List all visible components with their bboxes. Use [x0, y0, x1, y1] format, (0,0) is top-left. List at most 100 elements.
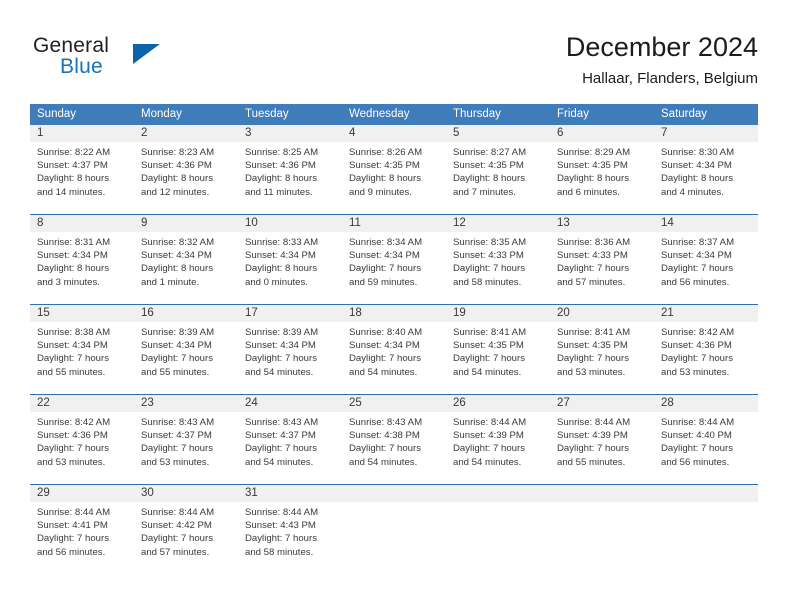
day-number[interactable]: 6: [550, 125, 654, 142]
day-number[interactable]: 25: [342, 395, 446, 412]
day-cell[interactable]: Sunrise: 8:44 AM Sunset: 4:40 PM Dayligh…: [654, 412, 758, 475]
page-header: General Blue December 2024 Hallaar, Flan…: [0, 0, 792, 100]
sunset-text: Sunset: 4:33 PM: [557, 250, 628, 262]
day-number[interactable]: 21: [654, 305, 758, 322]
daylight-text-line1: Daylight: 7 hours: [245, 353, 317, 365]
day-number[interactable]: 4: [342, 125, 446, 142]
day-cell[interactable]: Sunrise: 8:38 AM Sunset: 4:34 PM Dayligh…: [30, 322, 134, 385]
day-number[interactable]: 1: [30, 125, 134, 142]
day-number[interactable]: 3: [238, 125, 342, 142]
day-cell[interactable]: Sunrise: 8:36 AM Sunset: 4:33 PM Dayligh…: [550, 232, 654, 295]
day-number[interactable]: 17: [238, 305, 342, 322]
sunset-text: Sunset: 4:35 PM: [453, 340, 524, 352]
day-number[interactable]: 15: [30, 305, 134, 322]
day-cell[interactable]: Sunrise: 8:39 AM Sunset: 4:34 PM Dayligh…: [134, 322, 238, 385]
week-row: 8 9 10 11 12 13 14 Sunrise: 8:31 AM Suns…: [30, 214, 758, 295]
sunset-text: Sunset: 4:37 PM: [245, 430, 316, 442]
weekday-header-friday: Friday: [557, 108, 589, 120]
day-number[interactable]: 12: [446, 215, 550, 232]
day-cell[interactable]: Sunrise: 8:43 AM Sunset: 4:38 PM Dayligh…: [342, 412, 446, 475]
sunset-text: Sunset: 4:37 PM: [141, 430, 212, 442]
day-number[interactable]: 29: [30, 485, 134, 502]
day-cell[interactable]: Sunrise: 8:44 AM Sunset: 4:43 PM Dayligh…: [238, 502, 342, 565]
day-cell[interactable]: Sunrise: 8:41 AM Sunset: 4:35 PM Dayligh…: [550, 322, 654, 385]
daylight-text-line2: and 56 minutes.: [37, 546, 106, 558]
day-cell[interactable]: Sunrise: 8:42 AM Sunset: 4:36 PM Dayligh…: [654, 322, 758, 385]
daylight-text-line1: Daylight: 7 hours: [453, 263, 525, 275]
sunset-text: Sunset: 4:37 PM: [37, 160, 108, 172]
day-number[interactable]: 16: [134, 305, 238, 322]
day-cell[interactable]: Sunrise: 8:44 AM Sunset: 4:39 PM Dayligh…: [550, 412, 654, 475]
day-cell[interactable]: Sunrise: 8:34 AM Sunset: 4:34 PM Dayligh…: [342, 232, 446, 295]
weekday-header-sunday: Sunday: [37, 108, 77, 120]
sunrise-text: Sunrise: 8:42 AM: [37, 417, 111, 428]
day-cell[interactable]: Sunrise: 8:22 AM Sunset: 4:37 PM Dayligh…: [30, 142, 134, 205]
day-number[interactable]: 10: [238, 215, 342, 232]
day-cell[interactable]: Sunrise: 8:43 AM Sunset: 4:37 PM Dayligh…: [134, 412, 238, 475]
day-cell[interactable]: Sunrise: 8:26 AM Sunset: 4:35 PM Dayligh…: [342, 142, 446, 205]
sunset-text: Sunset: 4:34 PM: [141, 250, 212, 262]
day-cell[interactable]: Sunrise: 8:42 AM Sunset: 4:36 PM Dayligh…: [30, 412, 134, 475]
day-number[interactable]: 31: [238, 485, 342, 502]
day-cell[interactable]: Sunrise: 8:31 AM Sunset: 4:34 PM Dayligh…: [30, 232, 134, 295]
day-cell[interactable]: Sunrise: 8:37 AM Sunset: 4:34 PM Dayligh…: [654, 232, 758, 295]
day-number[interactable]: 9: [134, 215, 238, 232]
day-cell[interactable]: Sunrise: 8:30 AM Sunset: 4:34 PM Dayligh…: [654, 142, 758, 205]
day-number[interactable]: 28: [654, 395, 758, 412]
daylight-text-line2: and 54 minutes.: [453, 366, 522, 378]
day-cell[interactable]: Sunrise: 8:40 AM Sunset: 4:34 PM Dayligh…: [342, 322, 446, 385]
day-number[interactable]: 5: [446, 125, 550, 142]
daylight-text-line1: Daylight: 7 hours: [349, 443, 421, 455]
daylight-text-line1: Daylight: 7 hours: [453, 443, 525, 455]
weekday-header-wednesday: Wednesday: [349, 108, 410, 120]
sunset-text: Sunset: 4:34 PM: [37, 250, 108, 262]
day-number[interactable]: 18: [342, 305, 446, 322]
day-number[interactable]: 2: [134, 125, 238, 142]
day-cell[interactable]: Sunrise: 8:44 AM Sunset: 4:39 PM Dayligh…: [446, 412, 550, 475]
day-number[interactable]: 20: [550, 305, 654, 322]
daylight-text-line2: and 58 minutes.: [453, 276, 522, 288]
day-cell[interactable]: Sunrise: 8:35 AM Sunset: 4:33 PM Dayligh…: [446, 232, 550, 295]
sunset-text: Sunset: 4:43 PM: [245, 520, 316, 532]
sunrise-text: Sunrise: 8:43 AM: [349, 417, 423, 428]
day-cell[interactable]: Sunrise: 8:29 AM Sunset: 4:35 PM Dayligh…: [550, 142, 654, 205]
daylight-text-line2: and 54 minutes.: [453, 456, 522, 468]
day-cell[interactable]: Sunrise: 8:32 AM Sunset: 4:34 PM Dayligh…: [134, 232, 238, 295]
day-cell[interactable]: Sunrise: 8:23 AM Sunset: 4:36 PM Dayligh…: [134, 142, 238, 205]
day-cell[interactable]: Sunrise: 8:27 AM Sunset: 4:35 PM Dayligh…: [446, 142, 550, 205]
day-number[interactable]: 30: [134, 485, 238, 502]
day-number[interactable]: 8: [30, 215, 134, 232]
day-cell[interactable]: Sunrise: 8:41 AM Sunset: 4:35 PM Dayligh…: [446, 322, 550, 385]
weekday-header-tuesday: Tuesday: [245, 108, 289, 120]
day-number[interactable]: 27: [550, 395, 654, 412]
day-cell[interactable]: Sunrise: 8:33 AM Sunset: 4:34 PM Dayligh…: [238, 232, 342, 295]
day-number[interactable]: 22: [30, 395, 134, 412]
sunset-text: Sunset: 4:34 PM: [661, 250, 732, 262]
day-cell[interactable]: Sunrise: 8:43 AM Sunset: 4:37 PM Dayligh…: [238, 412, 342, 475]
daylight-text-line1: Daylight: 8 hours: [453, 173, 525, 185]
sunrise-text: Sunrise: 8:35 AM: [453, 237, 527, 248]
day-number[interactable]: 13: [550, 215, 654, 232]
daylight-text-line2: and 53 minutes.: [661, 366, 730, 378]
day-number[interactable]: 11: [342, 215, 446, 232]
sunrise-text: Sunrise: 8:44 AM: [661, 417, 735, 428]
day-cell-empty: [550, 502, 654, 565]
sunrise-text: Sunrise: 8:36 AM: [557, 237, 631, 248]
day-number[interactable]: 23: [134, 395, 238, 412]
day-cell[interactable]: Sunrise: 8:25 AM Sunset: 4:36 PM Dayligh…: [238, 142, 342, 205]
day-cell[interactable]: Sunrise: 8:39 AM Sunset: 4:34 PM Dayligh…: [238, 322, 342, 385]
sunset-text: Sunset: 4:36 PM: [245, 160, 316, 172]
sunset-text: Sunset: 4:39 PM: [453, 430, 524, 442]
day-number-empty: [550, 485, 654, 502]
day-number[interactable]: 19: [446, 305, 550, 322]
day-number[interactable]: 24: [238, 395, 342, 412]
sunrise-text: Sunrise: 8:26 AM: [349, 147, 423, 158]
day-cell[interactable]: Sunrise: 8:44 AM Sunset: 4:42 PM Dayligh…: [134, 502, 238, 565]
sunrise-text: Sunrise: 8:39 AM: [141, 327, 215, 338]
day-cell[interactable]: Sunrise: 8:44 AM Sunset: 4:41 PM Dayligh…: [30, 502, 134, 565]
sunrise-text: Sunrise: 8:43 AM: [141, 417, 215, 428]
day-number[interactable]: 7: [654, 125, 758, 142]
week-row: 29 30 31 Sunrise: 8:44 AM Sunset: 4:41 P…: [30, 484, 758, 565]
day-number[interactable]: 26: [446, 395, 550, 412]
day-number[interactable]: 14: [654, 215, 758, 232]
